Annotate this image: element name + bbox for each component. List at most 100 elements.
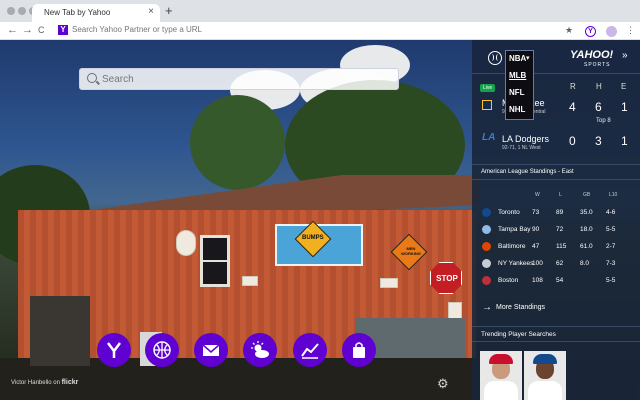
standings-header: American League Standings - East	[472, 164, 640, 180]
standings-cell-w: 108	[532, 277, 543, 284]
team-logo-icon	[482, 225, 491, 234]
address-bar-placeholder: Search Yahoo Partner or type a URL	[72, 25, 202, 34]
league-option-nfl[interactable]: NFL	[509, 88, 525, 97]
standings-cell-l10: 2-7	[606, 243, 616, 250]
sticker	[176, 230, 196, 256]
search-box[interactable]	[79, 68, 399, 90]
team-name: LA Dodgers	[502, 134, 550, 144]
arrow-right-icon: →	[482, 302, 492, 313]
team-logo-icon	[482, 208, 491, 217]
standings-team-name: Toronto	[498, 209, 520, 216]
standings-row[interactable]: Baltimore 47 115 61.0 2-7	[472, 239, 640, 255]
close-window-button[interactable]	[7, 7, 15, 15]
browser-tabbar: New Tab by Yahoo × +	[0, 0, 640, 22]
team-record: 92-71, 1 NL West	[502, 145, 541, 151]
player-jersey	[528, 381, 562, 400]
sports-sidebar: NBA ▾ MLB NFL NHL YAHOO! SPORTS » Live R…	[472, 40, 640, 400]
browser-tab[interactable]: New Tab by Yahoo ×	[32, 4, 160, 22]
profile-icon[interactable]	[606, 26, 617, 37]
column-header-wins: W	[535, 192, 540, 198]
standings-cell-l: 89	[556, 209, 564, 216]
yahoo-sports-logo[interactable]: YAHOO!	[570, 49, 613, 61]
bumps-sign-text: BUMPS	[302, 235, 324, 241]
standings-cell-l: 62	[556, 260, 564, 267]
yahoo-home-button[interactable]	[97, 333, 131, 367]
men-working-sign-text: MEN WORKING	[401, 246, 421, 256]
forward-icon[interactable]: →	[22, 24, 33, 36]
tab-title: New Tab by Yahoo	[44, 8, 111, 17]
player-jersey	[484, 381, 518, 400]
sticker	[380, 278, 398, 288]
standings-cell-l: 54	[556, 277, 564, 284]
settings-gear-icon[interactable]: ⚙	[437, 376, 449, 392]
standings-cell-l10: 5-5	[606, 226, 616, 233]
trending-header: Trending Player Searches	[472, 326, 640, 342]
standings-cell-l: 72	[556, 226, 564, 233]
team-logo-icon	[482, 242, 491, 251]
milwaukee-logo-icon	[482, 100, 492, 110]
league-option-nba[interactable]: NBA	[509, 54, 526, 63]
standings-cell-l: 115	[556, 243, 567, 250]
close-tab-icon[interactable]: ×	[148, 6, 154, 17]
column-header-losses: L	[559, 192, 562, 198]
trending-player-card[interactable]	[480, 351, 522, 400]
errors-header: E	[621, 82, 627, 91]
trending-player-card[interactable]	[524, 351, 566, 400]
standings-cell-w: 73	[532, 209, 540, 216]
standings-team-name: Tampa Bay	[498, 226, 531, 233]
sticker	[242, 276, 258, 286]
standings-team-name: Baltimore	[498, 243, 526, 250]
address-bar[interactable]: Y Search Yahoo Partner or type a URL	[56, 24, 576, 38]
player-cap	[489, 354, 513, 364]
finance-button[interactable]	[293, 333, 327, 367]
standings-cell-l10: 5-5	[606, 277, 616, 284]
sidebar-header: NBA ▾ MLB NFL NHL YAHOO! SPORTS »	[472, 40, 640, 120]
team-hits: 3	[595, 134, 602, 148]
shopping-bag-icon	[353, 342, 365, 358]
team-hits: 6	[595, 100, 602, 114]
standings-row[interactable]: Tampa Bay 90 72 18.0 5-5	[472, 222, 640, 238]
yahoo-extension-icon[interactable]: Y	[585, 26, 596, 37]
standings-row[interactable]: Toronto 73 89 35.0 4-6	[472, 205, 640, 221]
search-input[interactable]	[102, 72, 392, 86]
team-errors: 1	[621, 100, 628, 114]
standings-cell-gb: 35.0	[580, 209, 593, 216]
reload-icon[interactable]: C	[38, 25, 45, 35]
sports-button[interactable]	[145, 333, 179, 367]
league-dropdown[interactable]: NBA ▾ MLB NFL NHL	[505, 50, 534, 120]
team-logo-icon	[482, 259, 491, 268]
league-option-nhl[interactable]: NHL	[509, 105, 525, 114]
menu-icon[interactable]: ⋮	[626, 25, 635, 36]
standings-cell-l10: 7-3	[606, 260, 616, 267]
yahoo-sports-logo-sub: SPORTS	[584, 62, 611, 68]
weather-button[interactable]	[243, 333, 277, 367]
live-game-card[interactable]: Live R H E Milwaukee 96-67, 1 NL Central…	[472, 76, 640, 160]
new-tab-button[interactable]: +	[165, 3, 173, 18]
weather-icon	[251, 341, 269, 358]
more-standings-link[interactable]: → More Standings	[472, 300, 640, 316]
standings-cell-gb: 8.0	[580, 260, 590, 267]
standings-cell-w: 100	[532, 260, 543, 267]
mail-button[interactable]	[194, 333, 228, 367]
star-icon[interactable]: ★	[565, 25, 573, 36]
collapse-sidebar-icon[interactable]: »	[622, 50, 628, 61]
mail-icon	[202, 344, 220, 356]
standings-cell-w: 47	[532, 243, 540, 250]
minimize-window-button[interactable]	[18, 7, 26, 15]
league-option-mlb[interactable]: MLB	[509, 71, 526, 80]
photo-credit[interactable]: Victor Hanbello on flickr	[11, 379, 78, 386]
shopping-button[interactable]	[342, 333, 376, 367]
finance-chart-icon	[301, 343, 319, 359]
team-logo-icon	[482, 276, 491, 285]
dodgers-logo-icon: LA	[482, 132, 496, 143]
column-header-gb: GB	[583, 192, 591, 198]
photo-credit-site: flickr	[61, 379, 79, 386]
team-runs: 4	[569, 100, 576, 114]
standings-row[interactable]: Boston 108 54 5-5	[472, 273, 640, 289]
barn-window	[200, 235, 230, 287]
back-icon[interactable]: ←	[7, 24, 18, 36]
yahoo-favicon-icon: Y	[58, 25, 68, 35]
standings-cell-gb: 18.0	[580, 226, 593, 233]
standings-row[interactable]: NY Yankees 100 62 8.0 7-3	[472, 256, 640, 272]
tree	[190, 95, 285, 190]
